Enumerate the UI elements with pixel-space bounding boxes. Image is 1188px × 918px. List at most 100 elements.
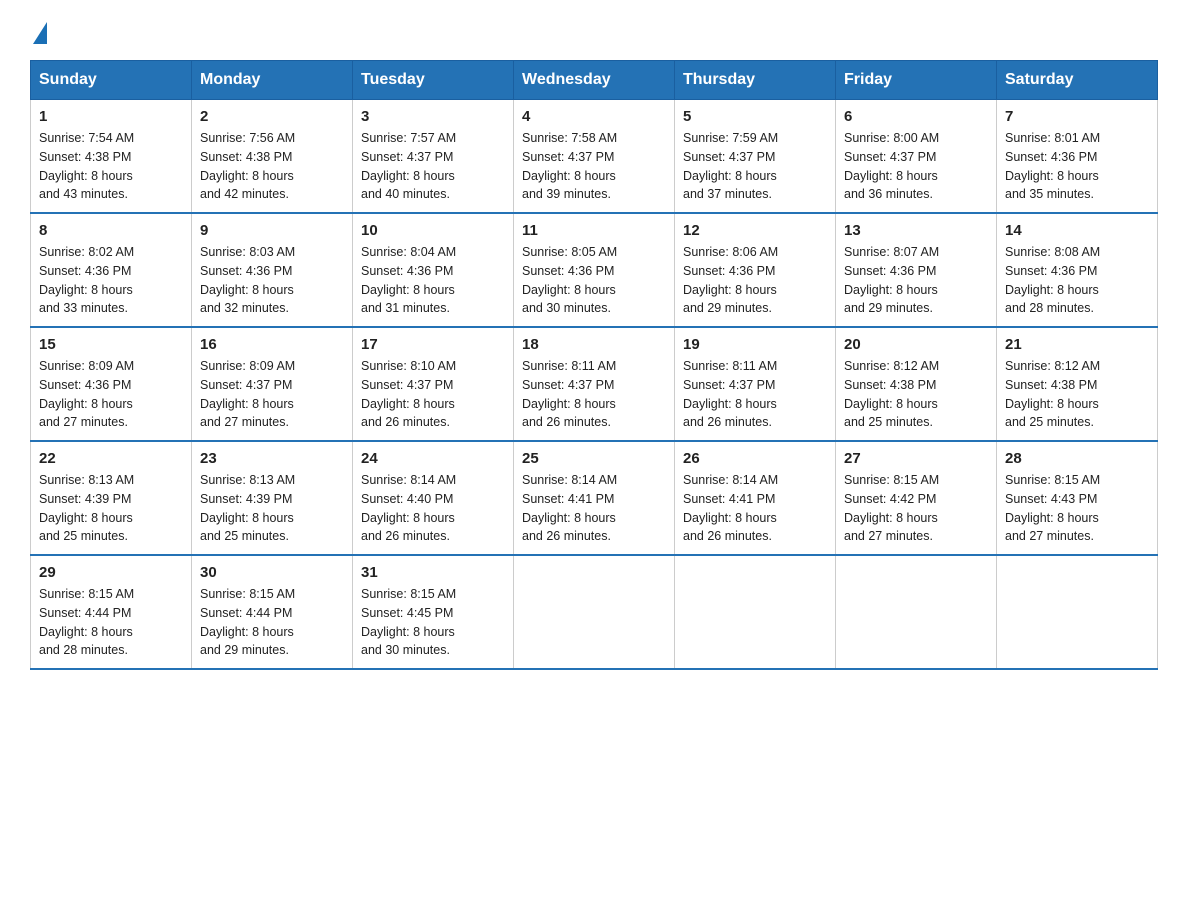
- day-info: Sunrise: 8:02 AMSunset: 4:36 PMDaylight:…: [39, 243, 183, 318]
- day-cell: [997, 555, 1158, 669]
- day-info: Sunrise: 8:09 AMSunset: 4:36 PMDaylight:…: [39, 357, 183, 432]
- day-info: Sunrise: 8:11 AMSunset: 4:37 PMDaylight:…: [683, 357, 827, 432]
- week-row-2: 8 Sunrise: 8:02 AMSunset: 4:36 PMDaylight…: [31, 213, 1158, 327]
- day-cell: 19Sunrise: 8:11 AMSunset: 4:37 PMDayligh…: [675, 327, 836, 441]
- day-number: 14: [1005, 222, 1149, 239]
- day-number: 12: [683, 222, 827, 239]
- day-number: 29: [39, 564, 183, 581]
- day-info: Sunrise: 8:14 AMSunset: 4:40 PMDaylight:…: [361, 471, 505, 546]
- calendar-table: SundayMondayTuesdayWednesdayThursdayFrid…: [30, 60, 1158, 670]
- day-info: Sunrise: 8:14 AMSunset: 4:41 PMDaylight:…: [683, 471, 827, 546]
- day-cell: 15 Sunrise: 8:09 AMSunset: 4:36 PMDayligh…: [31, 327, 192, 441]
- header-cell-wednesday: Wednesday: [514, 61, 675, 100]
- day-info: Sunrise: 7:57 AMSunset: 4:37 PMDaylight:…: [361, 129, 505, 204]
- day-number: 20: [844, 336, 988, 353]
- day-info: Sunrise: 8:15 AMSunset: 4:42 PMDaylight:…: [844, 471, 988, 546]
- day-cell: 10 Sunrise: 8:04 AMSunset: 4:36 PMDayligh…: [353, 213, 514, 327]
- day-cell: 3 Sunrise: 7:57 AMSunset: 4:37 PMDaylight…: [353, 100, 514, 214]
- day-number: 24: [361, 450, 505, 467]
- day-number: 7: [1005, 108, 1149, 125]
- day-cell: 23Sunrise: 8:13 AMSunset: 4:39 PMDayligh…: [192, 441, 353, 555]
- day-info: Sunrise: 8:15 AMSunset: 4:43 PMDaylight:…: [1005, 471, 1149, 546]
- day-number: 13: [844, 222, 988, 239]
- header-cell-saturday: Saturday: [997, 61, 1158, 100]
- day-info: Sunrise: 8:14 AMSunset: 4:41 PMDaylight:…: [522, 471, 666, 546]
- day-info: Sunrise: 8:03 AMSunset: 4:36 PMDaylight:…: [200, 243, 344, 318]
- day-number: 22: [39, 450, 183, 467]
- day-cell: 29Sunrise: 8:15 AMSunset: 4:44 PMDayligh…: [31, 555, 192, 669]
- day-info: Sunrise: 8:15 AMSunset: 4:44 PMDaylight:…: [200, 585, 344, 660]
- day-cell: 11 Sunrise: 8:05 AMSunset: 4:36 PMDayligh…: [514, 213, 675, 327]
- day-info: Sunrise: 8:09 AMSunset: 4:37 PMDaylight:…: [200, 357, 344, 432]
- header-row: SundayMondayTuesdayWednesdayThursdayFrid…: [31, 61, 1158, 100]
- day-number: 8: [39, 222, 183, 239]
- day-number: 18: [522, 336, 666, 353]
- day-number: 17: [361, 336, 505, 353]
- day-number: 11: [522, 222, 666, 239]
- header-cell-sunday: Sunday: [31, 61, 192, 100]
- day-cell: 20 Sunrise: 8:12 AMSunset: 4:38 PMDayligh…: [836, 327, 997, 441]
- logo: [30, 20, 47, 40]
- day-number: 15: [39, 336, 183, 353]
- day-cell: 12Sunrise: 8:06 AMSunset: 4:36 PMDayligh…: [675, 213, 836, 327]
- day-number: 3: [361, 108, 505, 125]
- day-cell: 8 Sunrise: 8:02 AMSunset: 4:36 PMDaylight…: [31, 213, 192, 327]
- day-cell: 27 Sunrise: 8:15 AMSunset: 4:42 PMDayligh…: [836, 441, 997, 555]
- week-row-4: 22 Sunrise: 8:13 AMSunset: 4:39 PMDayligh…: [31, 441, 1158, 555]
- logo-triangle-icon: [33, 22, 47, 44]
- day-number: 1: [39, 108, 183, 125]
- day-info: Sunrise: 8:11 AMSunset: 4:37 PMDaylight:…: [522, 357, 666, 432]
- day-info: Sunrise: 7:54 AMSunset: 4:38 PMDaylight:…: [39, 129, 183, 204]
- calendar-body: 1 Sunrise: 7:54 AMSunset: 4:38 PMDaylight…: [31, 100, 1158, 670]
- day-info: Sunrise: 8:12 AMSunset: 4:38 PMDaylight:…: [844, 357, 988, 432]
- day-cell: 7 Sunrise: 8:01 AMSunset: 4:36 PMDaylight…: [997, 100, 1158, 214]
- day-number: 27: [844, 450, 988, 467]
- day-number: 10: [361, 222, 505, 239]
- calendar-header: SundayMondayTuesdayWednesdayThursdayFrid…: [31, 61, 1158, 100]
- week-row-1: 1 Sunrise: 7:54 AMSunset: 4:38 PMDaylight…: [31, 100, 1158, 214]
- day-number: 9: [200, 222, 344, 239]
- day-info: Sunrise: 8:04 AMSunset: 4:36 PMDaylight:…: [361, 243, 505, 318]
- day-cell: 25Sunrise: 8:14 AMSunset: 4:41 PMDayligh…: [514, 441, 675, 555]
- page-header: [30, 20, 1158, 40]
- day-cell: [675, 555, 836, 669]
- day-number: 26: [683, 450, 827, 467]
- day-cell: 17Sunrise: 8:10 AMSunset: 4:37 PMDayligh…: [353, 327, 514, 441]
- day-info: Sunrise: 8:05 AMSunset: 4:36 PMDaylight:…: [522, 243, 666, 318]
- day-number: 6: [844, 108, 988, 125]
- day-number: 2: [200, 108, 344, 125]
- day-cell: 21Sunrise: 8:12 AMSunset: 4:38 PMDayligh…: [997, 327, 1158, 441]
- day-cell: 6Sunrise: 8:00 AMSunset: 4:37 PMDaylight…: [836, 100, 997, 214]
- day-cell: 24 Sunrise: 8:14 AMSunset: 4:40 PMDayligh…: [353, 441, 514, 555]
- day-info: Sunrise: 8:01 AMSunset: 4:36 PMDaylight:…: [1005, 129, 1149, 204]
- day-info: Sunrise: 8:12 AMSunset: 4:38 PMDaylight:…: [1005, 357, 1149, 432]
- day-info: Sunrise: 7:59 AMSunset: 4:37 PMDaylight:…: [683, 129, 827, 204]
- day-info: Sunrise: 7:58 AMSunset: 4:37 PMDaylight:…: [522, 129, 666, 204]
- day-info: Sunrise: 8:15 AMSunset: 4:45 PMDaylight:…: [361, 585, 505, 660]
- day-cell: 22 Sunrise: 8:13 AMSunset: 4:39 PMDayligh…: [31, 441, 192, 555]
- day-cell: 16 Sunrise: 8:09 AMSunset: 4:37 PMDayligh…: [192, 327, 353, 441]
- day-number: 5: [683, 108, 827, 125]
- day-cell: 2 Sunrise: 7:56 AMSunset: 4:38 PMDaylight…: [192, 100, 353, 214]
- day-info: Sunrise: 8:13 AMSunset: 4:39 PMDaylight:…: [39, 471, 183, 546]
- day-cell: 9 Sunrise: 8:03 AMSunset: 4:36 PMDaylight…: [192, 213, 353, 327]
- week-row-3: 15 Sunrise: 8:09 AMSunset: 4:36 PMDayligh…: [31, 327, 1158, 441]
- day-cell: [514, 555, 675, 669]
- day-number: 31: [361, 564, 505, 581]
- day-info: Sunrise: 8:07 AMSunset: 4:36 PMDaylight:…: [844, 243, 988, 318]
- day-cell: 31 Sunrise: 8:15 AMSunset: 4:45 PMDayligh…: [353, 555, 514, 669]
- day-cell: 5 Sunrise: 7:59 AMSunset: 4:37 PMDaylight…: [675, 100, 836, 214]
- header-cell-friday: Friday: [836, 61, 997, 100]
- header-cell-monday: Monday: [192, 61, 353, 100]
- week-row-5: 29 Sunrise: 8:15 AMSunset: 4:44 PMDayligh…: [31, 555, 1158, 669]
- day-info: Sunrise: 8:08 AMSunset: 4:36 PMDaylight:…: [1005, 243, 1149, 318]
- day-number: 16: [200, 336, 344, 353]
- day-cell: 28Sunrise: 8:15 AMSunset: 4:43 PMDayligh…: [997, 441, 1158, 555]
- header-cell-thursday: Thursday: [675, 61, 836, 100]
- day-number: 30: [200, 564, 344, 581]
- header-cell-tuesday: Tuesday: [353, 61, 514, 100]
- day-cell: 1 Sunrise: 7:54 AMSunset: 4:38 PMDaylight…: [31, 100, 192, 214]
- day-number: 23: [200, 450, 344, 467]
- day-info: Sunrise: 7:56 AMSunset: 4:38 PMDaylight:…: [200, 129, 344, 204]
- day-number: 4: [522, 108, 666, 125]
